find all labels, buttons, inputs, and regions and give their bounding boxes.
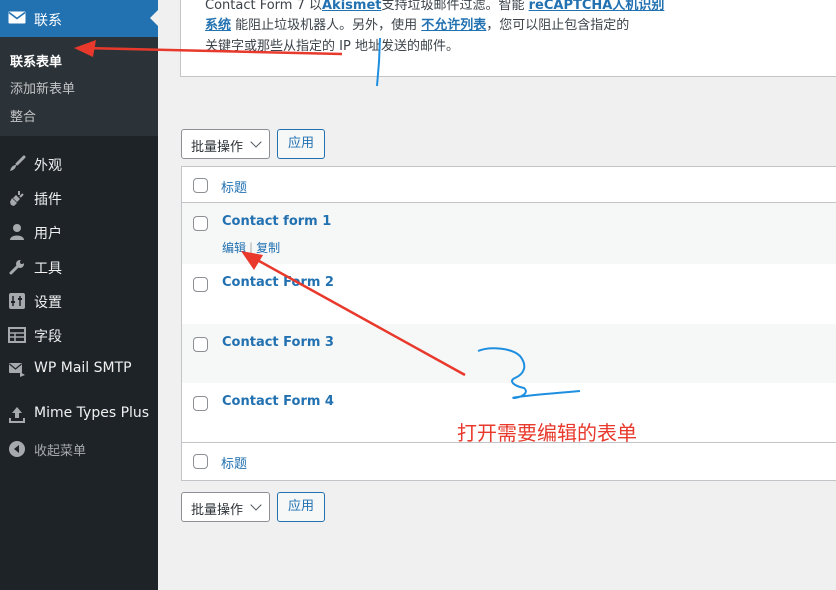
menu-tools-label: 工具: [34, 261, 62, 277]
akismet-link[interactable]: Akismet: [322, 0, 381, 13]
menu-users-label: 用户: [34, 226, 62, 242]
menu-settings[interactable]: 设置: [0, 284, 158, 318]
mail-icon: [8, 11, 26, 24]
bulk-action-select[interactable]: 批量操作: [181, 129, 270, 159]
upload-icon: [9, 407, 25, 423]
menu-plugins-label: 插件: [34, 192, 62, 208]
bulk-action-select-label: 批量操作: [191, 140, 244, 155]
form-title-link[interactable]: Contact Form 2: [222, 275, 334, 290]
fields-icon: [8, 327, 26, 343]
bulk-action-select-label: 批量操作: [191, 503, 244, 518]
collapse-menu-label: 收起菜单: [34, 444, 87, 459]
table-row: Contact Form 3: [182, 324, 836, 383]
settings-icon: [9, 293, 25, 309]
current-menu-arrow: [150, 10, 158, 26]
apply-button[interactable]: 应用: [277, 492, 325, 522]
collapse-icon: [9, 441, 25, 457]
menu-fields[interactable]: 字段: [0, 318, 158, 352]
menu-wp-mail-smtp[interactable]: WP Mail SMTP: [0, 352, 158, 386]
chevron-down-icon: [250, 499, 262, 511]
notice-text: 支持垃圾邮件过滤。智能: [381, 0, 529, 13]
row-checkbox[interactable]: [193, 337, 208, 352]
paintbrush-icon: [10, 155, 26, 171]
menu-users[interactable]: 用户: [0, 215, 158, 249]
table-row: Contact Form 2: [182, 264, 836, 324]
bulk-action-select[interactable]: 批量操作: [181, 492, 270, 522]
column-title-header[interactable]: 标题: [221, 177, 247, 196]
row-checkbox[interactable]: [193, 216, 208, 231]
notice-line-2: 系统 能阻止垃圾机器人。另外，使用 不允许列表，您可以阻止包含指定的: [205, 14, 629, 33]
recaptcha-link[interactable]: reCAPTCHA人机识别: [529, 0, 665, 13]
collapse-menu-button[interactable]: 收起菜单: [0, 432, 158, 466]
submenu-contact-forms[interactable]: 联系表单: [10, 51, 62, 70]
row-checkbox[interactable]: [193, 396, 208, 411]
menu-plugins[interactable]: 插件: [0, 181, 158, 215]
menu-mime-types-plus-label: Mime Types Plus: [34, 405, 150, 421]
menu-appearance[interactable]: 外观: [0, 147, 158, 181]
menu-tools[interactable]: 工具: [0, 250, 158, 284]
select-all-checkbox-footer[interactable]: [193, 454, 208, 469]
notice-text: ，您可以阻止包含指定的: [486, 18, 630, 33]
row-actions: 编辑 | 复制: [222, 239, 280, 256]
menu-wp-mail-smtp-label: WP Mail SMTP: [34, 360, 132, 376]
mail-smtp-icon: [9, 363, 25, 377]
menu-settings-label: 设置: [34, 295, 62, 311]
notice-text: Contact Form 7 以: [205, 0, 322, 13]
user-icon: [10, 224, 24, 240]
column-title-footer[interactable]: 标题: [221, 453, 247, 472]
apply-button[interactable]: 应用: [277, 129, 325, 159]
table-row: Contact form 1 编辑 | 复制: [182, 203, 836, 264]
form-title-link[interactable]: Contact form 1: [222, 214, 331, 229]
plugin-icon: [10, 191, 24, 206]
annotation-text: 打开需要编辑的表单: [457, 421, 637, 445]
contact-submenu: 联系表单 添加新表单 整合: [0, 37, 158, 136]
disallowed-list-link[interactable]: 不允许列表: [421, 18, 486, 33]
menu-mime-types-plus[interactable]: Mime Types Plus: [0, 397, 158, 431]
duplicate-link[interactable]: 复制: [256, 241, 280, 255]
recaptcha-link-cont[interactable]: 系统: [205, 18, 231, 33]
wrench-icon: [9, 260, 24, 275]
menu-contact[interactable]: 联系: [0, 0, 158, 37]
submenu-add-new-form[interactable]: 添加新表单: [10, 78, 75, 97]
form-title-link[interactable]: Contact Form 3: [222, 335, 334, 350]
table-header: 标题: [182, 167, 836, 203]
menu-appearance-label: 外观: [34, 158, 62, 174]
table-footer: 标题: [182, 443, 836, 480]
notice-panel: Contact Form 7 以Akismet支持垃圾邮件过滤。智能 reCAP…: [180, 0, 836, 77]
notice-line-3: 关键字或那些从指定的 IP 地址发送的邮件。: [205, 39, 459, 54]
admin-sidebar: 联系 联系表单 添加新表单 整合 外观 插件 用户 工具 设置 字段 WP Ma…: [0, 0, 158, 590]
edit-link[interactable]: 编辑: [222, 241, 246, 255]
notice-line-1: Contact Form 7 以Akismet支持垃圾邮件过滤。智能 reCAP…: [205, 0, 664, 13]
notice-text: 能阻止垃圾机器人。另外，使用: [231, 18, 422, 33]
chevron-down-icon: [250, 136, 262, 148]
submenu-integration[interactable]: 整合: [10, 106, 36, 125]
menu-contact-label: 联系: [34, 13, 62, 29]
separator: |: [249, 241, 254, 255]
form-title-link[interactable]: Contact Form 4: [222, 394, 334, 409]
menu-fields-label: 字段: [34, 329, 62, 345]
select-all-checkbox[interactable]: [193, 178, 208, 193]
row-checkbox[interactable]: [193, 277, 208, 292]
